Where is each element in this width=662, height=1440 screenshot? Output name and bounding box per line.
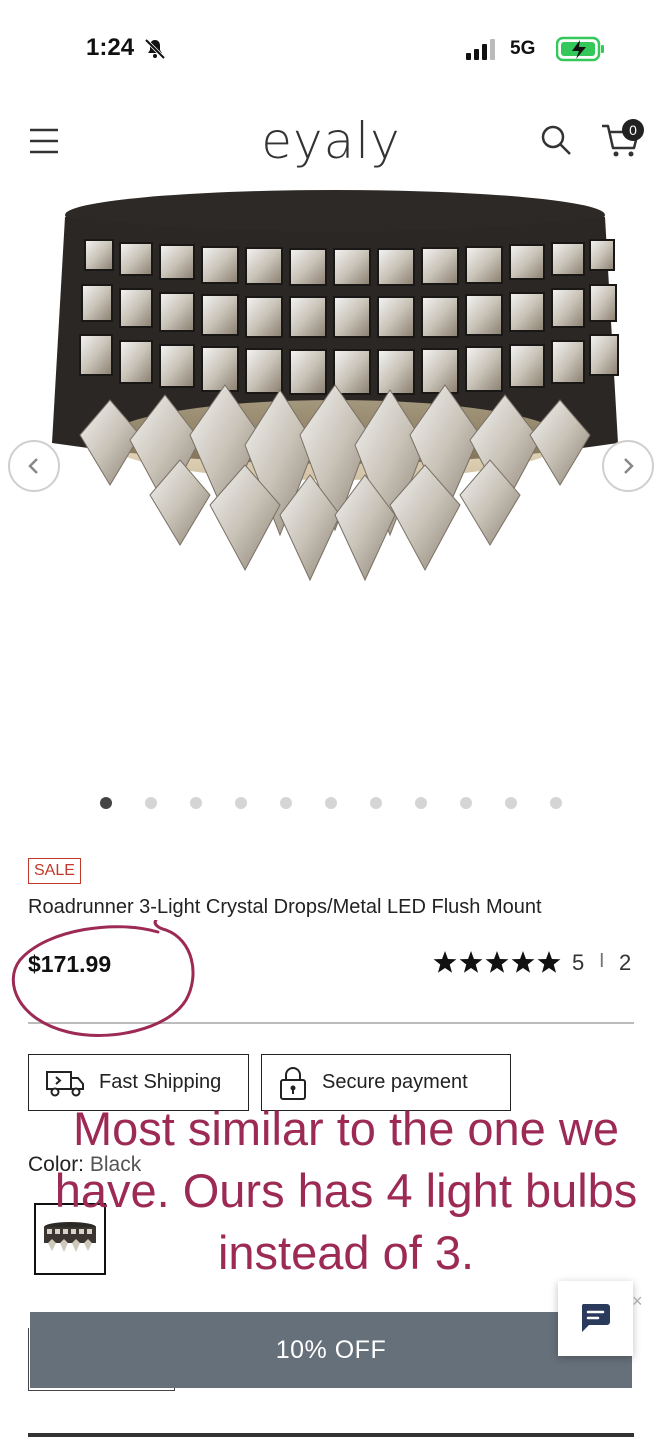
chevron-right-icon [624,458,634,474]
gallery-dot[interactable] [100,797,112,809]
secure-payment-badge: Secure payment [261,1054,511,1111]
product-title: Roadrunner 3-Light Crystal Drops/Metal L… [28,896,542,918]
discount-banner-button[interactable]: 10% OFF [30,1312,632,1388]
fast-shipping-badge: Fast Shipping [28,1054,249,1111]
gallery-dot[interactable] [370,797,382,809]
product-price: $171.99 [28,951,112,977]
bell-slash-icon [144,38,166,60]
gallery-pagination [100,797,562,809]
status-time: 1:24 [86,34,135,61]
rating-value: 5 [572,950,585,975]
network-label: 5G [510,38,536,59]
secure-payment-label: Secure payment [322,1071,468,1093]
cart-count-badge: 0 [622,119,644,141]
signal-icon [466,39,495,60]
gallery-dot[interactable] [415,797,427,809]
product-image [52,190,619,582]
fast-shipping-label: Fast Shipping [99,1071,222,1093]
chat-widget-button[interactable] [558,1281,633,1356]
gallery-dot[interactable] [145,797,157,809]
star-icon [485,951,509,973]
gallery-dot[interactable] [505,797,517,809]
gallery-dot[interactable] [190,797,202,809]
gallery-dot[interactable] [235,797,247,809]
chevron-left-icon [28,458,38,474]
search-icon[interactable] [540,124,572,156]
bottom-divider [28,1433,634,1437]
review-count[interactable]: 2 [619,950,631,976]
site-header: eyaly [0,100,662,180]
gallery-next-button[interactable] [602,440,654,492]
status-bar: 1:24 5G [0,0,662,100]
gallery-dot[interactable] [325,797,337,809]
delivery-truck-icon [46,1070,84,1096]
star-icon [537,951,561,973]
star-icon [433,951,457,973]
star-icon [511,951,535,973]
color-label: Color: [28,1153,85,1176]
lock-icon [280,1066,306,1100]
battery-charging-icon [556,36,604,62]
chat-close-button[interactable]: × [632,1291,643,1312]
swatch-thumbnail [44,1222,96,1252]
color-value: Black [89,1153,142,1176]
divider [28,1022,634,1024]
annotation-note: Most similar to the one we have. Ours ha… [54,1102,638,1279]
color-swatch-black[interactable] [34,1203,106,1275]
rating-separator: I [599,950,605,972]
chat-bubble-icon [581,1304,610,1332]
color-selector-label: Color: Black [28,1153,141,1177]
gallery-dot[interactable] [460,797,472,809]
gallery-dot[interactable] [550,797,562,809]
gallery-dot[interactable] [280,797,292,809]
star-icon [459,951,483,973]
gallery-prev-button[interactable] [8,440,60,492]
sale-badge: SALE [28,858,81,884]
rating-stars[interactable] [432,948,562,978]
annotation-circle [11,920,195,1037]
